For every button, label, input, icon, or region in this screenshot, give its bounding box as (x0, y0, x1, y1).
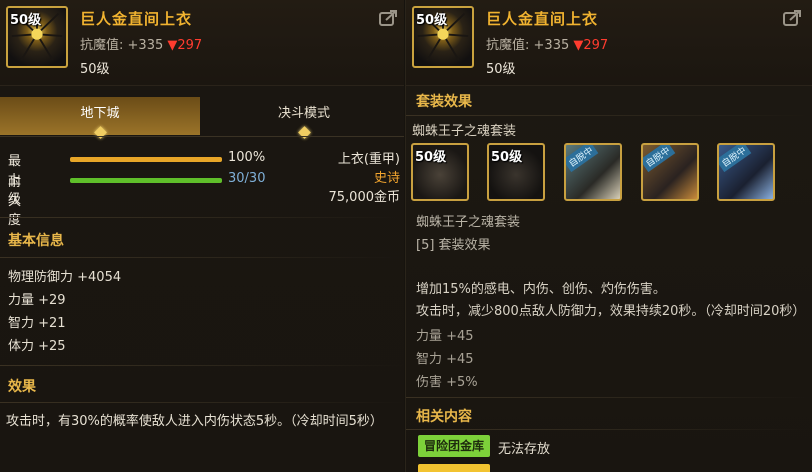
set-name: 蜘蛛王子之魂套装 (412, 124, 517, 139)
share-icon[interactable] (379, 9, 399, 27)
stat-intelligence: 智力 +21 (8, 316, 66, 331)
stat-drop: ▼297 (573, 38, 609, 53)
item-header: 50级 巨人金直间上衣 抗魔值: +335 ▼297 50级 (406, 0, 812, 86)
divider (0, 257, 404, 258)
stat-drop: ▼297 (167, 38, 203, 53)
set-piece-icon[interactable]: 自脱中 (641, 143, 699, 201)
mode-tabs: 地下城 决斗模式 (0, 97, 404, 139)
grade-value: 100% (228, 150, 266, 165)
item-icon[interactable]: 50级 (412, 6, 474, 68)
effect-title: 效果 (8, 379, 36, 395)
item-price: 75,000金币 (328, 190, 401, 205)
compare-item-panel: 50级 巨人金直间上衣 抗魔值: +335 ▼297 50级 套装效果 蜘蛛王子… (405, 0, 812, 472)
stat-value: +335 (533, 38, 570, 53)
set-piece-icon[interactable]: 50级 (487, 143, 545, 201)
stat-label: 抗魔值: (80, 38, 124, 53)
tab-dungeon[interactable]: 地下城 (0, 97, 200, 139)
durability-value: 30/30 (228, 171, 266, 186)
set-effect-line: 增加15%的感电、内伤、创伤、灼伤伤害。 (416, 282, 666, 297)
tab-divider (0, 136, 404, 137)
set-piece-icons: 50级 50级 自脱中 自脱中 自脱中 (411, 143, 811, 203)
set-piece-level: 50级 (415, 150, 447, 165)
adventure-vault-tag: 冒险团金库 (418, 435, 490, 457)
set-effect-line: 攻击时，减少800点敌人防御力，效果持续20秒。（冷却时间20秒） (416, 304, 806, 319)
set-piece-badge: 自脱中 (566, 145, 599, 173)
item-name: 巨人金直间上衣 (80, 10, 193, 28)
grade-bar-fill (70, 157, 222, 162)
item-level-badge: 50级 (416, 13, 448, 28)
set-effect-text: 增加15%的感电、内伤、创伤、灼伤伤害。 攻击时，减少800点敌人防御力，效果持… (416, 279, 806, 323)
item-category: 上衣(重甲) (337, 152, 400, 167)
equipped-item-panel: 50级 巨人金直间上衣 抗魔值: +335 ▼297 50级 地下城 决斗模式 … (0, 0, 404, 472)
bonus-strength: 力量 +45 (416, 329, 474, 344)
related-content-title: 相关内容 (416, 409, 472, 425)
share-icon[interactable] (783, 9, 803, 27)
item-level: 50级 (486, 62, 516, 77)
magic-resist-line: 抗魔值: +335 ▼297 (486, 34, 608, 53)
item-header: 50级 巨人金直间上衣 抗魔值: +335 ▼297 50级 (0, 0, 404, 86)
item-compare-screen: 50级 巨人金直间上衣 抗魔值: +335 ▼297 50级 地下城 决斗模式 … (0, 0, 812, 472)
set-piece-icon[interactable]: 50级 (411, 143, 469, 201)
item-rarity: 史诗 (373, 171, 400, 186)
durability-label: 耐久度 (8, 175, 22, 228)
set-piece-level: 50级 (491, 150, 523, 165)
secondary-tag (418, 464, 490, 472)
divider (406, 115, 812, 116)
set-name-2: 蜘蛛王子之魂套装 (416, 215, 521, 230)
set-piece-label: [5] 套装效果 (416, 238, 491, 253)
divider (0, 217, 404, 218)
vault-status-text: 无法存放 (498, 442, 551, 457)
durability-bar (70, 178, 222, 183)
tab-duel-label: 决斗模式 (277, 106, 330, 121)
item-name: 巨人金直间上衣 (486, 10, 599, 28)
stat-vitality: 体力 +25 (8, 339, 66, 354)
set-piece-badge: 自脱中 (643, 145, 676, 173)
item-type-block: 上衣(重甲) 史诗 75,000金币 (329, 150, 401, 207)
stat-label: 抗魔值: (486, 38, 530, 53)
set-piece-badge: 自脱中 (719, 145, 752, 173)
basic-info-title: 基本信息 (8, 233, 64, 249)
effect-text: 攻击时，有30%的概率使敌人进入内伤状态5秒。（冷却时间5秒） (6, 414, 383, 429)
tab-duel[interactable]: 决斗模式 (204, 97, 404, 139)
durability-bar-fill (70, 178, 222, 183)
grade-bar (70, 157, 222, 162)
set-piece-icon[interactable]: 自脱中 (717, 143, 775, 201)
item-icon[interactable]: 50级 (6, 6, 68, 68)
divider (406, 429, 812, 430)
item-level-badge: 50级 (10, 13, 42, 28)
set-effect-title: 套装效果 (416, 94, 472, 110)
bonus-damage: 伤害 +5% (416, 375, 478, 390)
item-level: 50级 (80, 62, 110, 77)
tab-dungeon-label: 地下城 (80, 106, 120, 121)
stat-strength: 力量 +29 (8, 293, 66, 308)
bonus-intelligence: 智力 +45 (416, 352, 474, 367)
divider (0, 402, 404, 403)
magic-resist-line: 抗魔值: +335 ▼297 (80, 34, 202, 53)
divider (406, 397, 812, 398)
divider (0, 365, 404, 366)
stat-value: +335 (127, 38, 164, 53)
stat-physical-defense: 物理防御力 +4054 (8, 270, 122, 285)
set-piece-icon[interactable]: 自脱中 (564, 143, 622, 201)
